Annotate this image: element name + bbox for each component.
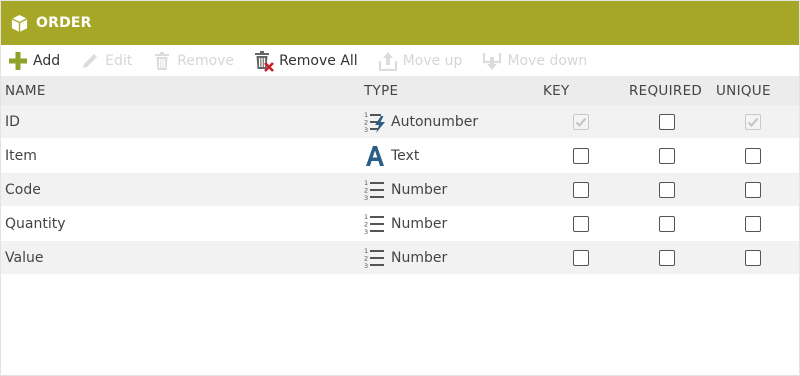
checkmark-icon [747, 117, 759, 127]
field-type: 1 2 3 Number [364, 207, 447, 240]
order-panel: ORDER Add Edit Remove Remove All Move up… [0, 0, 800, 376]
text-type-icon [364, 144, 386, 168]
key-checkbox[interactable] [573, 113, 589, 130]
table-row[interactable]: Quantity 1 2 3 Number [1, 207, 799, 241]
key-checkbox[interactable] [573, 215, 589, 232]
field-type-label: Autonumber [391, 113, 479, 130]
add-button[interactable]: Add [7, 50, 60, 72]
checkmark-icon [575, 117, 587, 127]
unique-checkbox[interactable] [745, 147, 761, 164]
move-up-icon [377, 50, 399, 72]
remove-all-label: Remove All [279, 52, 358, 69]
unique-checkbox[interactable] [745, 181, 761, 198]
move-down-button[interactable]: Move down [481, 50, 587, 72]
remove-button[interactable]: Remove [151, 50, 234, 72]
table-row[interactable]: Value 1 2 3 Number [1, 241, 799, 275]
field-type-label: Number [391, 249, 448, 266]
number-type-icon: 1 2 3 [364, 246, 386, 270]
grid-header: NAME TYPE KEY REQUIRED UNIQUE [1, 76, 799, 105]
edit-label: Edit [105, 52, 133, 69]
field-name: Item [5, 147, 37, 164]
number-type-icon: 1 2 3 [364, 212, 386, 236]
move-up-button[interactable]: Move up [377, 50, 463, 72]
move-up-label: Move up [402, 52, 463, 69]
required-checkbox[interactable] [659, 249, 675, 266]
column-header-required[interactable]: REQUIRED [629, 76, 702, 105]
key-checkbox[interactable] [573, 181, 589, 198]
required-checkbox[interactable] [659, 113, 675, 130]
field-type-label: Text [391, 147, 420, 164]
svg-text:3: 3 [364, 126, 368, 134]
plus-icon [7, 50, 29, 72]
svg-text:3: 3 [364, 262, 368, 270]
column-header-name[interactable]: NAME [5, 76, 46, 105]
edit-button[interactable]: Edit [79, 50, 132, 72]
required-checkbox[interactable] [659, 181, 675, 198]
toolbar: Add Edit Remove Remove All Move up Move … [1, 45, 799, 76]
column-header-key[interactable]: KEY [543, 76, 570, 105]
remove-all-button[interactable]: Remove All [253, 50, 358, 72]
cube-icon [9, 13, 29, 33]
trash-remove-all-icon [253, 50, 275, 72]
trash-icon [151, 50, 173, 72]
field-name: Quantity [5, 215, 66, 232]
svg-text:3: 3 [364, 228, 368, 236]
field-name: Value [5, 249, 44, 266]
move-down-icon [481, 50, 503, 72]
field-type: Text [364, 139, 419, 172]
svg-text:3: 3 [364, 194, 368, 202]
field-name: ID [5, 113, 20, 130]
column-header-type[interactable]: TYPE [364, 76, 398, 105]
field-type-label: Number [391, 181, 448, 198]
autonumber-icon: 1 2 3 [364, 110, 386, 134]
table-row[interactable]: ID 1 2 3 Autonumber [1, 105, 799, 139]
key-checkbox[interactable] [573, 249, 589, 266]
field-type: 1 2 3 Number [364, 241, 447, 274]
panel-title: ORDER [36, 15, 92, 31]
panel-header: ORDER [1, 1, 799, 45]
table-row[interactable]: Code 1 2 3 Number [1, 173, 799, 207]
remove-label: Remove [177, 52, 235, 69]
column-header-unique[interactable]: UNIQUE [716, 76, 771, 105]
move-down-label: Move down [507, 52, 588, 69]
number-type-icon: 1 2 3 [364, 178, 386, 202]
field-name: Code [5, 181, 41, 198]
unique-checkbox[interactable] [745, 215, 761, 232]
add-label: Add [33, 52, 61, 69]
pencil-icon [79, 50, 101, 72]
table-row[interactable]: Item Text [1, 139, 799, 173]
field-type: 1 2 3 Autonumber [364, 105, 478, 138]
unique-checkbox[interactable] [745, 249, 761, 266]
required-checkbox[interactable] [659, 147, 675, 164]
key-checkbox[interactable] [573, 147, 589, 164]
field-type-label: Number [391, 215, 448, 232]
field-type: 1 2 3 Number [364, 173, 447, 206]
unique-checkbox[interactable] [745, 113, 761, 130]
required-checkbox[interactable] [659, 215, 675, 232]
